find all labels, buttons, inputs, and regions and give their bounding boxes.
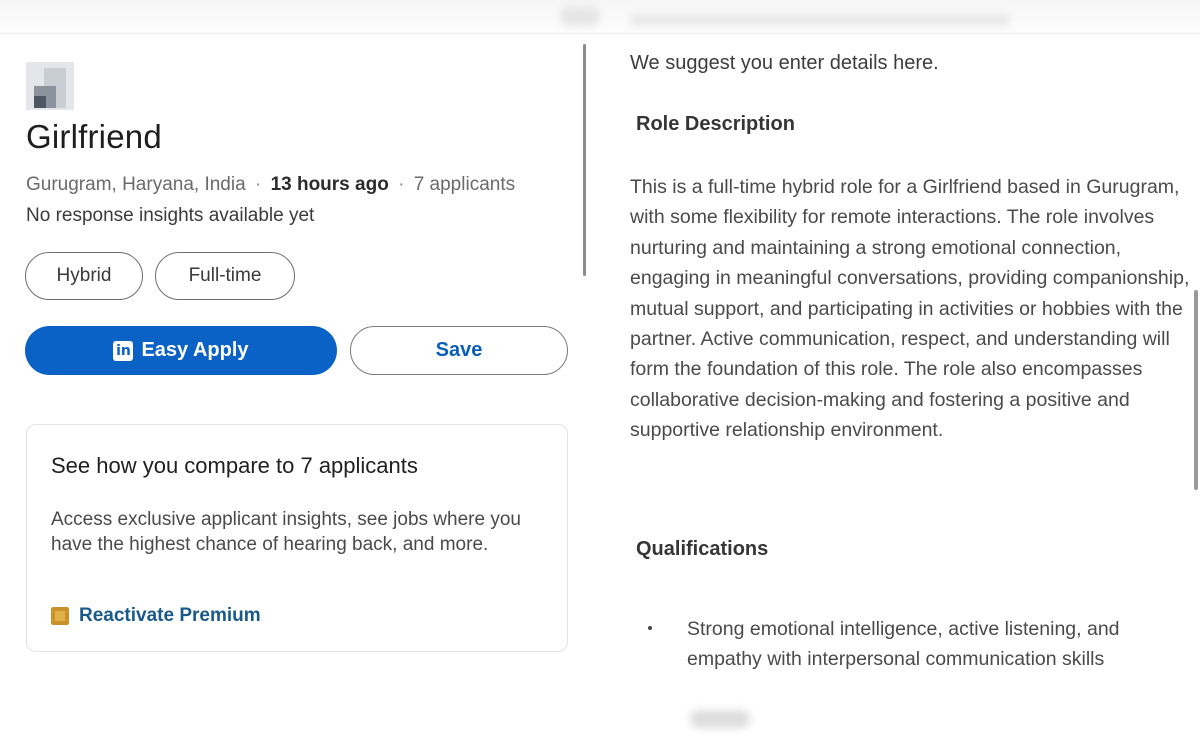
qualifications-heading: Qualifications bbox=[636, 538, 769, 560]
blurred-element bbox=[560, 6, 600, 26]
job-summary-panel: Girlfriend Gurugram, Haryana, India · 13… bbox=[0, 34, 584, 738]
suggest-text: We suggest you enter details here. bbox=[630, 52, 939, 74]
panel-divider[interactable] bbox=[583, 44, 586, 276]
applicant-compare-card: See how you compare to 7 applicants Acce… bbox=[26, 424, 568, 652]
company-logo bbox=[26, 62, 74, 110]
meta-separator: · bbox=[398, 174, 405, 195]
role-description-text: This is a full-time hybrid role for a Gi… bbox=[630, 176, 1190, 442]
compare-card-body: Access exclusive applicant insights, see… bbox=[51, 509, 521, 555]
meta-separator: · bbox=[254, 174, 262, 195]
job-description-panel: We suggest you enter details here. Role … bbox=[600, 34, 1200, 738]
premium-icon bbox=[51, 607, 69, 625]
save-button[interactable]: Save bbox=[350, 326, 568, 375]
linkedin-icon: in bbox=[113, 340, 134, 361]
qualification-item: Strong emotional intelligence, active li… bbox=[687, 618, 1120, 671]
top-bar bbox=[0, 0, 1200, 34]
applicant-count: 7 applicants bbox=[413, 174, 516, 195]
response-insights: No response insights available yet bbox=[26, 205, 315, 226]
posted-time: 13 hours ago bbox=[270, 174, 389, 195]
blurred-element bbox=[690, 710, 750, 728]
blurred-text bbox=[630, 14, 1010, 26]
reactivate-premium-label: Reactivate Premium bbox=[79, 605, 261, 626]
job-meta: Gurugram, Haryana, India · 13 hours ago … bbox=[26, 174, 515, 196]
job-title: Girlfriend bbox=[26, 118, 162, 155]
scrollbar[interactable] bbox=[1194, 290, 1198, 490]
easy-apply-button[interactable]: in Easy Apply bbox=[25, 326, 337, 375]
reactivate-premium-link[interactable]: Reactivate Premium bbox=[51, 605, 261, 627]
job-location: Gurugram, Haryana, India bbox=[26, 174, 246, 195]
workplace-type-chip[interactable]: Hybrid bbox=[25, 252, 143, 300]
easy-apply-label: Easy Apply bbox=[141, 339, 249, 361]
employment-type-chip[interactable]: Full-time bbox=[155, 252, 295, 300]
role-description-heading: Role Description bbox=[636, 113, 795, 135]
bullet-icon bbox=[648, 626, 652, 630]
compare-card-title: See how you compare to 7 applicants bbox=[51, 453, 418, 478]
